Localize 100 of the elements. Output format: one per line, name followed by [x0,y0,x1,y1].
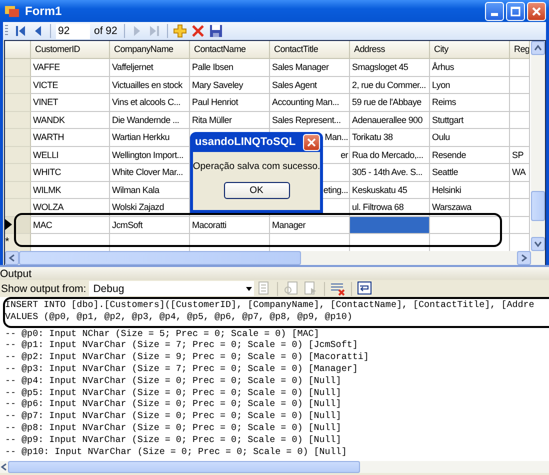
output-line: -- @p0: Input NChar (Size = 5; Prec = 0; Scale = 0) [MAC] [5,328,320,340]
maximize-icon [510,6,521,16]
minimize-button[interactable] [485,2,504,20]
table-cell: Die Wandernde ... [110,112,190,129]
table-cell: Oulu [430,129,510,146]
toolbar-button[interactable] [357,280,374,296]
save-button[interactable] [208,23,224,39]
table-cell: WANDK [31,112,110,129]
output-line: -- @p8: Input NVarChar (Size = 0; Prec = 0; Scale = 0) [Null] [5,422,342,434]
delete-button[interactable] [190,23,206,39]
table-cell: VINET [31,94,110,112]
empty-cell [510,76,530,94]
scroll-left-button[interactable] [5,251,19,265]
toolbar-button[interactable] [330,280,346,296]
plus-icon [172,23,188,39]
selected-cell[interactable] [350,216,430,234]
output-line: -- @p10: Input NVarChar (Size = 0; Prec = 0; Scale = 0) [Null] [5,446,347,458]
table-cell: JcmSoft [110,216,190,234]
table-cell: VAFFE [31,59,110,76]
table-cell: Resende [430,146,510,164]
add-button[interactable] [172,23,188,39]
table-cell: Warszawa [430,199,510,216]
table-cell: WELLI [31,146,110,164]
new-row-marker: * [5,236,9,248]
app-icon [4,4,20,18]
column-header[interactable]: City [430,41,510,59]
table-cell: WA [510,164,530,182]
table-cell: Rua do Mercado,... [350,146,430,164]
table-cell: Stuttgart [430,112,510,129]
empty-cell [510,182,530,199]
panel-title: Output [0,268,32,280]
scrollbar-thumb[interactable] [531,191,545,221]
scrollbar-thumb[interactable] [8,461,360,473]
delete-icon [190,23,206,39]
output-source-dropdown[interactable]: Debug [89,281,254,296]
scroll-right-button[interactable] [517,251,531,265]
clear-icon [330,280,346,296]
table-cell: Wartian Herkku [110,129,190,146]
column-header[interactable]: ContactTitle [270,41,350,59]
column-header[interactable]: Reg [510,41,530,59]
dropdown-value: Debug [93,282,124,294]
column-header[interactable]: CustomerID [31,41,110,59]
current-row-icon [5,219,12,230]
output-line: VALUES (@p0, @p1, @p2, @p3, @p4, @p5, @p6, @p7, @p8, @p9, @p10) [5,310,352,323]
output-line: -- @p3: Input NVarChar (Size = 7; Prec = 0; Scale = 0) [Manager] [5,362,358,375]
table-cell: Lyon [430,76,510,94]
close-icon [531,6,542,16]
output-line: -- @p2: Input NVarChar (Size = 9; Prec = 0; Scale = 0) [Macoratti] [5,351,369,363]
empty-cell [510,199,530,216]
table-cell: WHITC [31,164,110,182]
close-button[interactable] [527,2,546,20]
output-line: -- @p7: Input NVarChar (Size = 0; Prec = 0; Scale = 0) [Null] [5,410,342,422]
column-header[interactable]: CompanyName [110,41,190,59]
empty-cell [510,112,530,129]
caret-icon [245,286,254,292]
table-cell: WARTH [31,129,110,146]
table-cell: Vins et alcools C... [110,94,190,112]
table-cell: Paul Henriot [190,94,270,112]
table-cell: Rita Müller [190,112,270,129]
scroll-down-button[interactable] [531,237,545,251]
word-wrap-icon [357,280,374,296]
table-cell: Helsinki [430,182,510,199]
table-cell: MAC [31,216,110,234]
close-icon [307,138,316,146]
table-cell: Smagsloget 45 [350,59,430,76]
table-cell: Mary Saveley [190,76,270,94]
close-button[interactable] [303,134,320,150]
table-cell: Seattle [430,164,510,182]
empty-cell [510,216,530,234]
table-cell: Sales Agent [270,76,350,94]
ok-button[interactable]: OK [224,182,290,199]
position-field[interactable]: 92 [56,24,90,38]
table-cell: Sales Represent... [270,112,350,129]
column-header[interactable]: ContactName [190,41,270,59]
table-cell: Palle Ibsen [190,59,270,76]
output-line: -- @p5: Input NVarChar (Size = 0; Prec = 0; Scale = 0) [Null] [5,386,342,398]
table-cell: Sales Manager [270,59,350,76]
row-header[interactable] [5,199,31,216]
table-cell: Accounting Man... [270,94,350,112]
table-cell: Vaffeljernet [110,59,190,76]
column-header[interactable]: Address [350,41,430,59]
table-cell: Victuailles en stock [110,76,190,94]
table-cell: Macoratti [190,216,270,234]
window-title: Form1 [25,4,63,18]
minimize-icon [491,12,498,16]
maximize-button[interactable] [506,2,525,20]
save-icon [208,23,224,39]
table-cell: Torikatu 38 [350,129,430,146]
table-cell: 305 - 14th Ave. S... [350,164,430,182]
table-cell: Keskuskatu 45 [350,182,430,199]
scroll-up-button[interactable] [531,41,545,55]
output-line: INSERT INTO [dbo].[Customers]([CustomerID], [CompanyName], [ContactName], [ContactTitle], [Addre [5,299,534,311]
table-cell: 59 rue de l'Abbaye [350,94,430,112]
output-line: -- @p9: Input NVarChar (Size = 0; Prec = 0; Scale = 0) [Null] [5,434,342,446]
dialog-message: Operação salva com sucesso. [192,161,320,172]
table-cell: VICTE [31,76,110,94]
table-cell: WOLZA [31,199,110,216]
source-label: Show output from: [1,282,86,294]
scrollbar-thumb[interactable] [19,251,301,265]
empty-cell [510,59,530,76]
